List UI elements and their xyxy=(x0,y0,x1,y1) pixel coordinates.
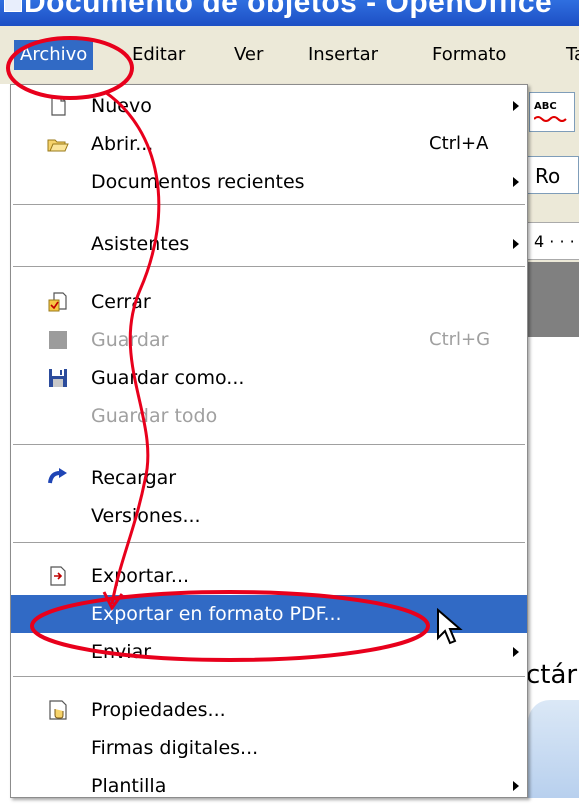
menu-item-label: Guardar xyxy=(91,329,169,351)
file-menu: Nuevo Abrir... Ctrl+A Documentos recient… xyxy=(10,84,528,798)
menu-item-label: Documentos recientes xyxy=(91,171,305,193)
export-icon xyxy=(50,566,66,586)
save-icon xyxy=(49,331,67,349)
properties-icon xyxy=(49,700,67,720)
menu-item-label: Enviar xyxy=(91,641,152,663)
spellcheck-label: ABC xyxy=(534,101,557,112)
menu-insertar[interactable]: Insertar xyxy=(302,40,384,70)
menu-item-label: Exportar en formato PDF... xyxy=(91,603,342,625)
open-folder-icon xyxy=(47,139,69,152)
submenu-arrow-icon xyxy=(513,177,519,187)
menu-editar[interactable]: Editar xyxy=(126,40,191,70)
menu-item-guardar-todo[interactable]: Guardar todo xyxy=(11,397,527,435)
menu-item-label: Nuevo xyxy=(91,95,152,117)
title-bar: Documento de objetos - OpenOffice xyxy=(0,0,579,26)
shortcut-label: Ctrl+A xyxy=(429,133,489,154)
spellcheck-button[interactable]: ABC xyxy=(529,92,575,132)
menu-separator xyxy=(13,204,525,205)
document-text: ctár xyxy=(526,660,578,690)
menu-tabla[interactable]: Ta xyxy=(560,40,579,70)
menu-item-label: Guardar como... xyxy=(91,367,245,389)
submenu-arrow-icon xyxy=(513,647,519,657)
menu-item-label: Recargar xyxy=(91,467,177,489)
menu-item-guardar[interactable]: Guardar Ctrl+G xyxy=(11,321,527,359)
menu-item-label: Guardar todo xyxy=(91,405,218,427)
menu-archivo[interactable]: Archivo xyxy=(14,40,94,70)
spellcheck-underline-icon xyxy=(534,116,567,122)
font-name-box[interactable]: Ro xyxy=(526,156,579,194)
menu-item-guardar-como[interactable]: Guardar como... xyxy=(11,359,527,397)
menu-bar: Archivo Editar Ver Insertar Formato Ta xyxy=(0,26,579,84)
menu-item-propiedades[interactable]: Propiedades... xyxy=(11,691,527,729)
menu-ver[interactable]: Ver xyxy=(228,40,269,70)
menu-item-documentos-recientes[interactable]: Documentos recientes xyxy=(11,163,527,201)
menu-item-label: Cerrar xyxy=(91,291,151,313)
menu-item-exportar[interactable]: Exportar... xyxy=(11,557,527,595)
menu-formato[interactable]: Formato xyxy=(426,40,512,70)
menu-separator xyxy=(13,266,525,267)
menu-item-firmas-digitales[interactable]: Firmas digitales... xyxy=(11,729,527,767)
reload-icon xyxy=(48,468,67,484)
menu-separator xyxy=(13,444,525,445)
menu-item-recargar[interactable]: Recargar xyxy=(11,459,527,497)
menu-item-label: Plantilla xyxy=(91,775,167,797)
new-document-icon xyxy=(51,96,66,116)
menu-item-label: Abrir... xyxy=(91,133,154,155)
submenu-arrow-icon xyxy=(513,101,519,111)
app-document-icon xyxy=(4,0,22,12)
shortcut-label: Ctrl+G xyxy=(429,329,491,350)
menu-item-abrir[interactable]: Abrir... Ctrl+A xyxy=(11,125,527,163)
submenu-arrow-icon xyxy=(513,239,519,249)
menu-item-cerrar[interactable]: Cerrar xyxy=(11,283,527,321)
menu-item-label: Exportar... xyxy=(91,565,190,587)
menu-item-label: Firmas digitales... xyxy=(91,737,259,759)
menu-item-label: Propiedades... xyxy=(91,699,226,721)
close-document-icon xyxy=(48,292,67,312)
menu-item-asistentes[interactable]: Asistentes xyxy=(11,225,527,263)
mouse-cursor-icon xyxy=(437,608,463,645)
floppy-disk-icon xyxy=(49,369,67,387)
menu-item-label: Asistentes xyxy=(91,233,190,255)
menu-item-versiones[interactable]: Versiones... xyxy=(11,497,527,535)
menu-item-nuevo[interactable]: Nuevo xyxy=(11,87,527,125)
menu-separator xyxy=(13,542,525,543)
ruler: 4 · · · xyxy=(526,222,579,260)
menu-item-plantilla[interactable]: Plantilla xyxy=(11,767,527,805)
submenu-arrow-icon xyxy=(513,781,519,791)
menu-separator xyxy=(13,676,525,677)
menu-item-label: Versiones... xyxy=(91,505,201,527)
window-title: Documento de objetos - OpenOffice xyxy=(24,0,553,19)
document-image xyxy=(528,700,579,798)
